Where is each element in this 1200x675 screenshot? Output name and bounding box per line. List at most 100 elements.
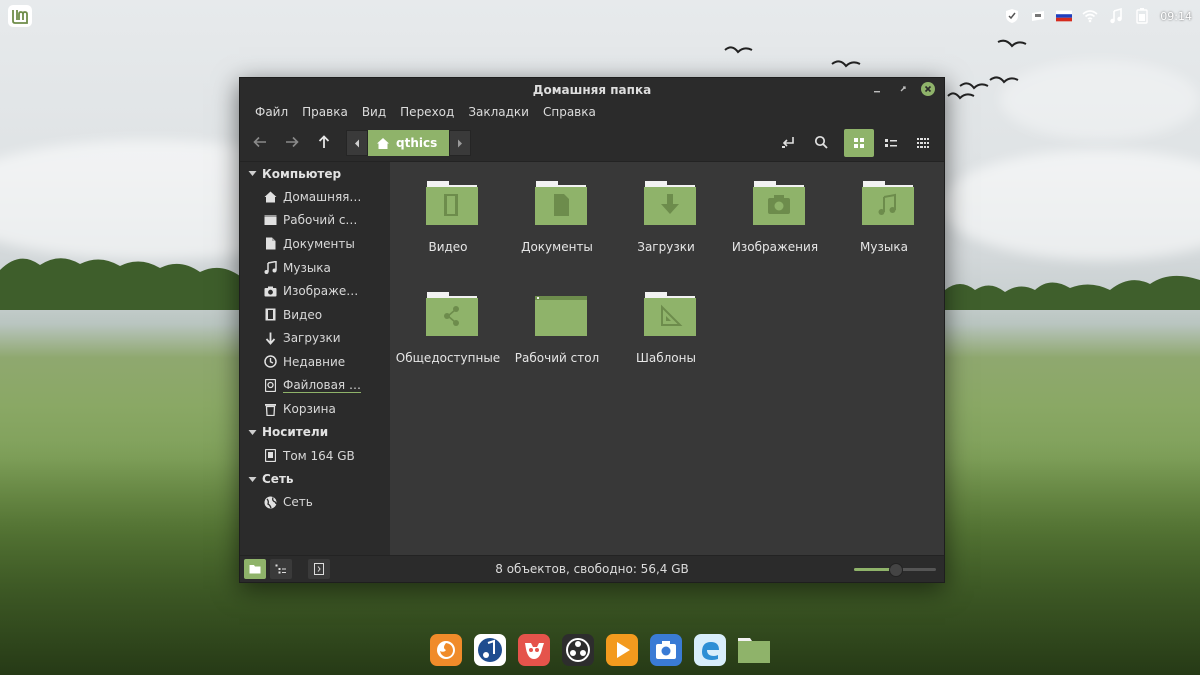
menu-edit[interactable]: Правка	[295, 105, 355, 119]
status-bar: 8 объектов, свободно: 56,4 GB	[240, 555, 944, 582]
folder-video-icon	[426, 181, 478, 225]
breadcrumb-left-button[interactable]	[346, 130, 368, 156]
russian-flag-icon[interactable]	[1056, 8, 1073, 24]
sidebar-item-documents[interactable]: Документы	[240, 232, 390, 256]
download-icon	[264, 332, 277, 345]
sidebar-item-desktop[interactable]: Рабочий с…	[240, 209, 390, 233]
file-view[interactable]: Видео Документы Загрузки Изображения Муз…	[390, 162, 944, 556]
folder-videos[interactable]: Видео	[394, 170, 502, 270]
folder-public[interactable]: Общедоступные	[394, 281, 502, 381]
forward-button[interactable]	[278, 129, 306, 155]
linux-mint-logo-icon[interactable]	[8, 5, 32, 27]
clock[interactable]: 09:14	[1160, 10, 1192, 23]
folder-pictures[interactable]: Изображения	[721, 170, 829, 270]
maximize-button[interactable]	[896, 82, 910, 96]
sidebar-item-trash[interactable]: Корзина	[240, 397, 390, 421]
top-panel: 09:14	[0, 0, 1200, 32]
sidebar: Компьютер Домашняя… Рабочий с… Документы…	[240, 162, 390, 556]
folder-documents-icon	[535, 181, 587, 225]
arrow-left-icon	[253, 136, 266, 148]
cloud	[940, 150, 1200, 260]
menu-bar: Файл Правка Вид Переход Закладки Справка	[240, 101, 944, 123]
list-icon	[885, 139, 897, 147]
sidebar-section-devices[interactable]: Носители	[240, 421, 390, 444]
rhythmbox-icon[interactable]	[472, 632, 508, 668]
edge-browser-icon[interactable]	[692, 632, 728, 668]
sidebar-section-title: Носители	[262, 425, 329, 440]
folder-templates[interactable]: Шаблоны	[612, 281, 720, 381]
zoom-slider[interactable]	[854, 563, 936, 577]
obs-icon[interactable]	[560, 632, 596, 668]
sidebar-section-network[interactable]: Сеть	[240, 468, 390, 491]
document-icon	[264, 237, 277, 250]
sidebar-item-filesystem[interactable]: Файловая …	[240, 374, 390, 398]
icon-view-button[interactable]	[844, 129, 874, 157]
files-folder-icon[interactable]	[736, 632, 772, 668]
sidebar-section-computer[interactable]: Компьютер	[240, 162, 390, 185]
folder-desktop-icon	[535, 296, 587, 336]
sidebar-item-recent[interactable]: Недавние	[240, 350, 390, 374]
compact-view-button[interactable]	[908, 129, 938, 157]
desktop-icon	[264, 214, 277, 227]
film-icon	[264, 308, 277, 321]
file-manager-window: Домашняя папка Файл Правка Вид Переход З…	[239, 77, 945, 583]
battery-icon[interactable]	[1134, 8, 1150, 24]
titlebar[interactable]: Домашняя папка	[240, 78, 944, 101]
menu-help[interactable]: Справка	[536, 105, 603, 119]
sidebar-item-videos[interactable]: Видео	[240, 303, 390, 327]
sidebar-item-volume[interactable]: Том 164 GB	[240, 444, 390, 468]
network-card-icon[interactable]	[1030, 8, 1046, 24]
chevron-down-icon	[248, 476, 257, 482]
sidebar-item-downloads[interactable]: Загрузки	[240, 327, 390, 351]
folder-downloads[interactable]: Загрузки	[612, 170, 720, 270]
sidebar-item-pictures[interactable]: Изображе…	[240, 279, 390, 303]
wifi-icon[interactable]	[1082, 8, 1098, 24]
folder-desktop[interactable]: Рабочий стол	[503, 281, 611, 381]
sidebar-item-label: Загрузки	[283, 331, 341, 346]
breadcrumb-right-button[interactable]	[449, 130, 472, 156]
toggle-location-button[interactable]	[775, 129, 803, 155]
zoom-slider-knob[interactable]	[889, 563, 903, 577]
menu-file[interactable]: Файл	[248, 105, 295, 119]
folder-templates-icon	[644, 292, 696, 336]
home-icon	[264, 190, 277, 203]
sidebar-item-home[interactable]: Домашняя…	[240, 185, 390, 209]
toolbar: qthics	[240, 123, 944, 162]
menu-go[interactable]: Переход	[393, 105, 461, 119]
gimp-icon[interactable]	[516, 632, 552, 668]
file-label: Музыка	[860, 240, 908, 254]
shield-icon[interactable]	[1004, 8, 1020, 24]
sidebar-item-label: Том 164 GB	[283, 448, 355, 463]
up-button[interactable]	[310, 129, 338, 155]
sidebar-section-title: Компьютер	[262, 166, 342, 181]
drive-icon	[264, 379, 277, 393]
sidebar-item-label: Документы	[283, 236, 355, 251]
dock	[428, 632, 772, 668]
trash-icon	[264, 403, 277, 416]
list-view-button[interactable]	[876, 129, 906, 157]
folder-share-icon	[426, 292, 478, 336]
breadcrumb-home-button[interactable]: qthics	[368, 130, 450, 156]
firefox-icon[interactable]	[428, 632, 464, 668]
file-label: Шаблоны	[636, 351, 696, 365]
media-player-icon[interactable]	[604, 632, 640, 668]
back-button[interactable]	[246, 129, 274, 155]
body-area: Компьютер Домашняя… Рабочий с… Документы…	[240, 162, 944, 556]
screenshot-icon[interactable]	[648, 632, 684, 668]
file-label: Общедоступные	[395, 351, 501, 365]
minimize-button[interactable]	[870, 82, 884, 96]
folder-music[interactable]: Музыка	[830, 170, 938, 270]
breadcrumb-current: qthics	[396, 136, 438, 150]
music-note-icon[interactable]	[1108, 8, 1124, 24]
chevron-down-icon	[248, 429, 257, 435]
sidebar-item-music[interactable]: Музыка	[240, 256, 390, 280]
folder-music-icon	[862, 181, 914, 225]
close-button[interactable]	[921, 82, 935, 96]
menu-bookmarks[interactable]: Закладки	[461, 105, 536, 119]
menu-view[interactable]: Вид	[355, 105, 393, 119]
search-button[interactable]	[807, 129, 835, 155]
sidebar-item-label: Изображе…	[283, 284, 359, 299]
arrow-right-icon	[286, 136, 299, 148]
folder-documents[interactable]: Документы	[503, 170, 611, 270]
sidebar-item-network[interactable]: Сеть	[240, 491, 390, 515]
